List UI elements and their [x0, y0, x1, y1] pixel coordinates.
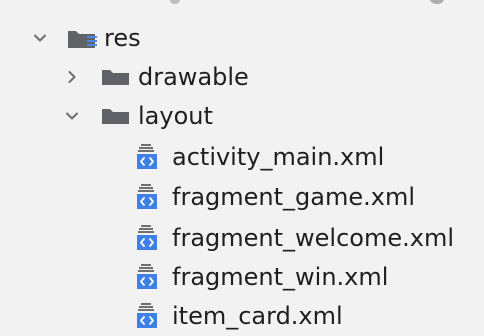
tree-row-file[interactable]: fragment_win.xml	[0, 257, 484, 297]
tree-label-layout: layout	[138, 102, 213, 130]
xml-layout-file-icon	[137, 225, 157, 250]
tree-row-file[interactable]: fragment_welcome.xml	[0, 218, 484, 258]
tree-row-file[interactable]: fragment_game.xml	[0, 177, 484, 217]
tree-label-file: item_card.xml	[172, 302, 343, 330]
tree-label-file: activity_main.xml	[172, 143, 385, 171]
tree-label-drawable: drawable	[138, 63, 249, 91]
chevron-down-icon[interactable]	[64, 108, 80, 124]
tree-label-file: fragment_win.xml	[172, 263, 389, 291]
tree-row-file[interactable]: activity_main.xml	[0, 137, 484, 177]
project-tree: res drawable layout activity_main.xml fr…	[0, 0, 484, 335]
tree-label-file: fragment_welcome.xml	[172, 224, 454, 252]
folder-icon	[102, 70, 129, 85]
tree-row-layout[interactable]: layout	[0, 96, 484, 136]
xml-layout-file-icon	[137, 264, 157, 289]
xml-layout-file-icon	[137, 184, 157, 209]
tree-label-file: fragment_game.xml	[172, 183, 415, 211]
chevron-right-icon[interactable]	[64, 69, 80, 85]
xml-layout-file-icon	[137, 303, 157, 328]
folder-icon	[102, 109, 129, 124]
resource-folder-icon	[68, 31, 97, 48]
chevron-down-icon[interactable]	[32, 30, 48, 46]
xml-layout-file-icon	[137, 144, 157, 169]
tree-row-drawable[interactable]: drawable	[0, 57, 484, 97]
tree-row-res[interactable]: res	[0, 18, 484, 58]
tree-label-res: res	[104, 24, 141, 52]
tree-row-file[interactable]: item_card.xml	[0, 296, 484, 336]
